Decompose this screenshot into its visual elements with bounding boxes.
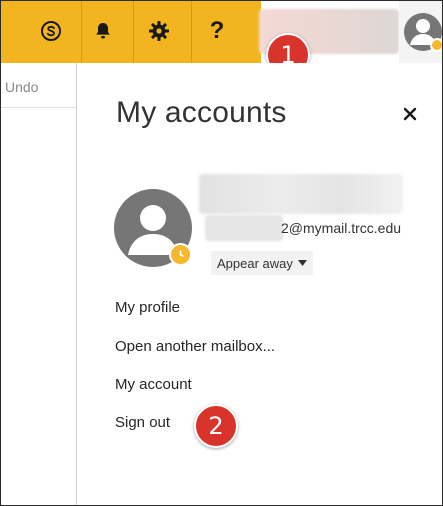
top-bar: ? bbox=[1, 1, 442, 63]
callout-2: 2 bbox=[194, 404, 238, 448]
presence-dropdown[interactable]: Appear away bbox=[211, 251, 313, 275]
skype-icon[interactable] bbox=[29, 9, 73, 53]
window-frame: ? 1 Undo My accounts 2@mymail.trcc.edu A… bbox=[0, 0, 443, 506]
account-email: 2@mymail.trcc.edu bbox=[281, 220, 402, 236]
clock-icon bbox=[179, 250, 184, 257]
account-avatar-button[interactable] bbox=[399, 1, 442, 63]
help-glyph: ? bbox=[209, 17, 225, 44]
close-button[interactable] bbox=[400, 104, 420, 124]
caret-down-icon bbox=[297, 260, 307, 266]
undo-button[interactable]: Undo bbox=[5, 79, 38, 95]
left-pane bbox=[1, 63, 76, 505]
presence-away-indicator bbox=[169, 243, 192, 266]
top-bar-separator bbox=[191, 1, 192, 63]
presence-label: Appear away bbox=[217, 255, 293, 271]
account-display-name-blurred bbox=[199, 174, 403, 214]
menu-item-open-another-mailbox[interactable]: Open another mailbox... bbox=[115, 338, 275, 355]
close-icon bbox=[403, 107, 417, 121]
help-icon[interactable]: ? bbox=[195, 9, 239, 53]
avatar-icon bbox=[404, 13, 442, 52]
left-pane-divider bbox=[1, 107, 76, 108]
menu-item-my-account[interactable]: My account bbox=[115, 376, 192, 393]
panel-title: My accounts bbox=[116, 96, 287, 129]
bell-icon[interactable] bbox=[81, 9, 125, 53]
menu-item-my-profile[interactable]: My profile bbox=[115, 299, 180, 316]
email-prefix-blurred bbox=[205, 215, 283, 241]
gear-icon[interactable] bbox=[137, 9, 181, 53]
menu-item-sign-out[interactable]: Sign out bbox=[115, 414, 170, 431]
top-bar-separator bbox=[133, 1, 134, 63]
